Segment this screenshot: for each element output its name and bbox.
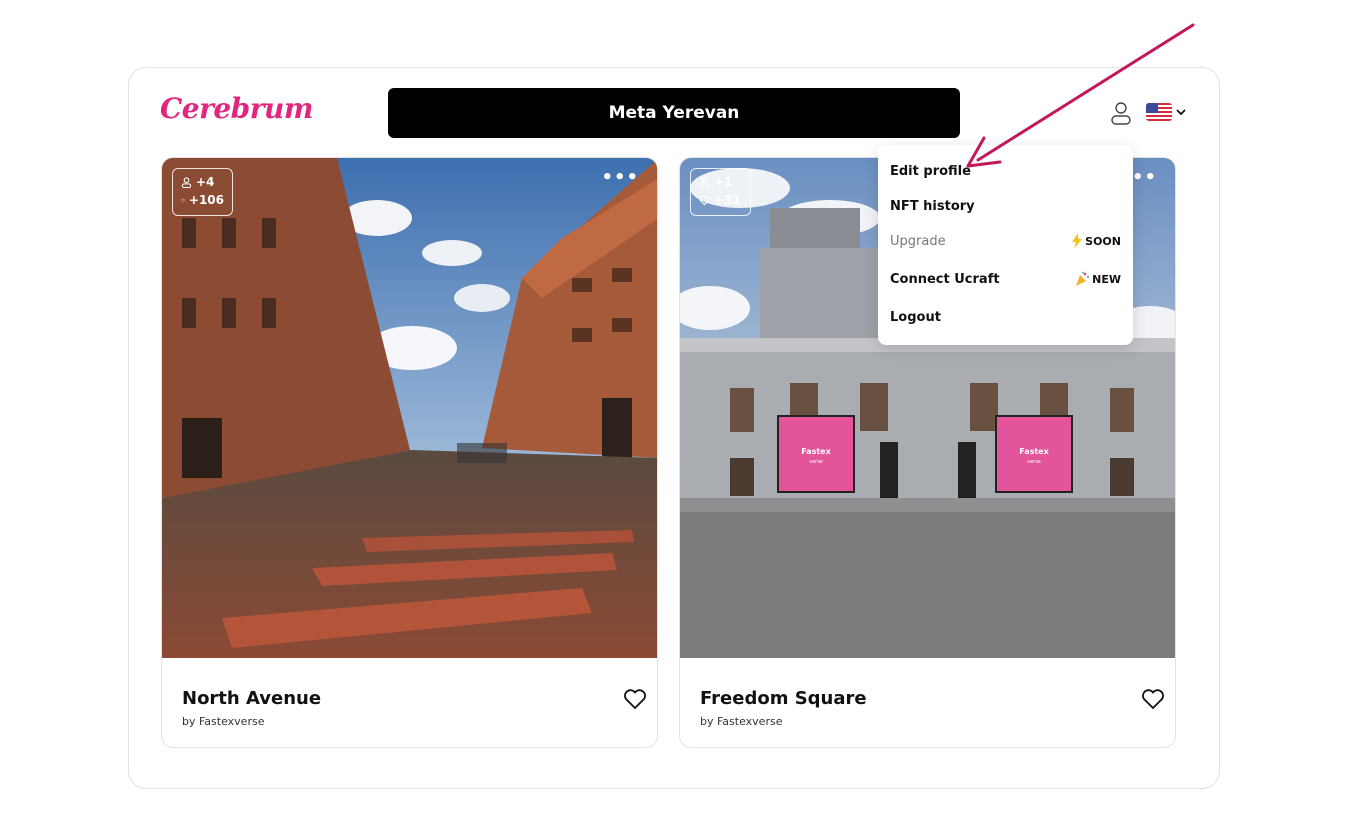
more-options-icon[interactable]: •••: [601, 169, 639, 187]
user-count: +4: [196, 175, 215, 189]
menu-item-label: Connect Ucraft: [890, 271, 1000, 287]
like-count: +31: [714, 193, 741, 207]
world-author: by Fastexverse: [182, 715, 265, 728]
user-count: +1: [714, 175, 733, 189]
menu-item-nft-history[interactable]: NFT history: [890, 195, 1121, 217]
badge-label: SOON: [1085, 234, 1121, 248]
world-name: North Avenue: [182, 688, 322, 709]
menu-item-connect-ucraft[interactable]: Connect Ucraft NEW: [890, 268, 1121, 290]
menu-item-label: Edit profile: [890, 163, 971, 179]
menu-item-logout[interactable]: Logout: [890, 306, 1121, 328]
stats-badge: +1 +31: [690, 168, 751, 216]
stats-badge: +4 +106: [172, 168, 233, 216]
billboard-subtext: verse: [809, 459, 823, 465]
menu-item-upgrade[interactable]: Upgrade SOON: [890, 230, 1121, 252]
page-title: Meta Yerevan: [388, 88, 960, 138]
like-count: +106: [188, 193, 224, 207]
new-badge: NEW: [1074, 271, 1121, 287]
billboard-text: Fastex: [801, 447, 831, 456]
heart-icon: [699, 195, 710, 205]
profile-dropdown-menu: Edit profile NFT history Upgrade SOON Co…: [878, 145, 1133, 345]
lightning-icon: [1072, 233, 1083, 249]
badge-label: NEW: [1092, 272, 1121, 286]
us-flag-icon: [1146, 103, 1172, 121]
menu-item-edit-profile[interactable]: Edit profile: [890, 160, 1121, 182]
logo[interactable]: Cerebrum: [160, 92, 313, 125]
menu-item-label: NFT history: [890, 198, 975, 214]
language-selector[interactable]: [1146, 103, 1186, 121]
world-name: Freedom Square: [700, 688, 867, 709]
billboard-text: Fastex: [1019, 447, 1049, 456]
user-icon[interactable]: [1110, 101, 1132, 125]
favorite-heart-icon[interactable]: [623, 688, 647, 710]
menu-item-label: Upgrade: [890, 233, 946, 249]
world-card-north-avenue[interactable]: +4 +106 ••• North Avenue by Fastexverse: [161, 157, 658, 748]
favorite-heart-icon[interactable]: [1141, 688, 1165, 710]
scene-image: [162, 158, 657, 658]
soon-badge: SOON: [1071, 233, 1121, 249]
billboard-subtext: verse: [1027, 459, 1041, 465]
chevron-down-icon: [1176, 109, 1186, 116]
world-author: by Fastexverse: [700, 715, 783, 728]
user-icon: [699, 176, 710, 188]
party-popper-icon: [1076, 271, 1090, 286]
menu-item-label: Logout: [890, 309, 941, 325]
user-icon: [181, 176, 192, 188]
heart-icon: [181, 198, 185, 202]
